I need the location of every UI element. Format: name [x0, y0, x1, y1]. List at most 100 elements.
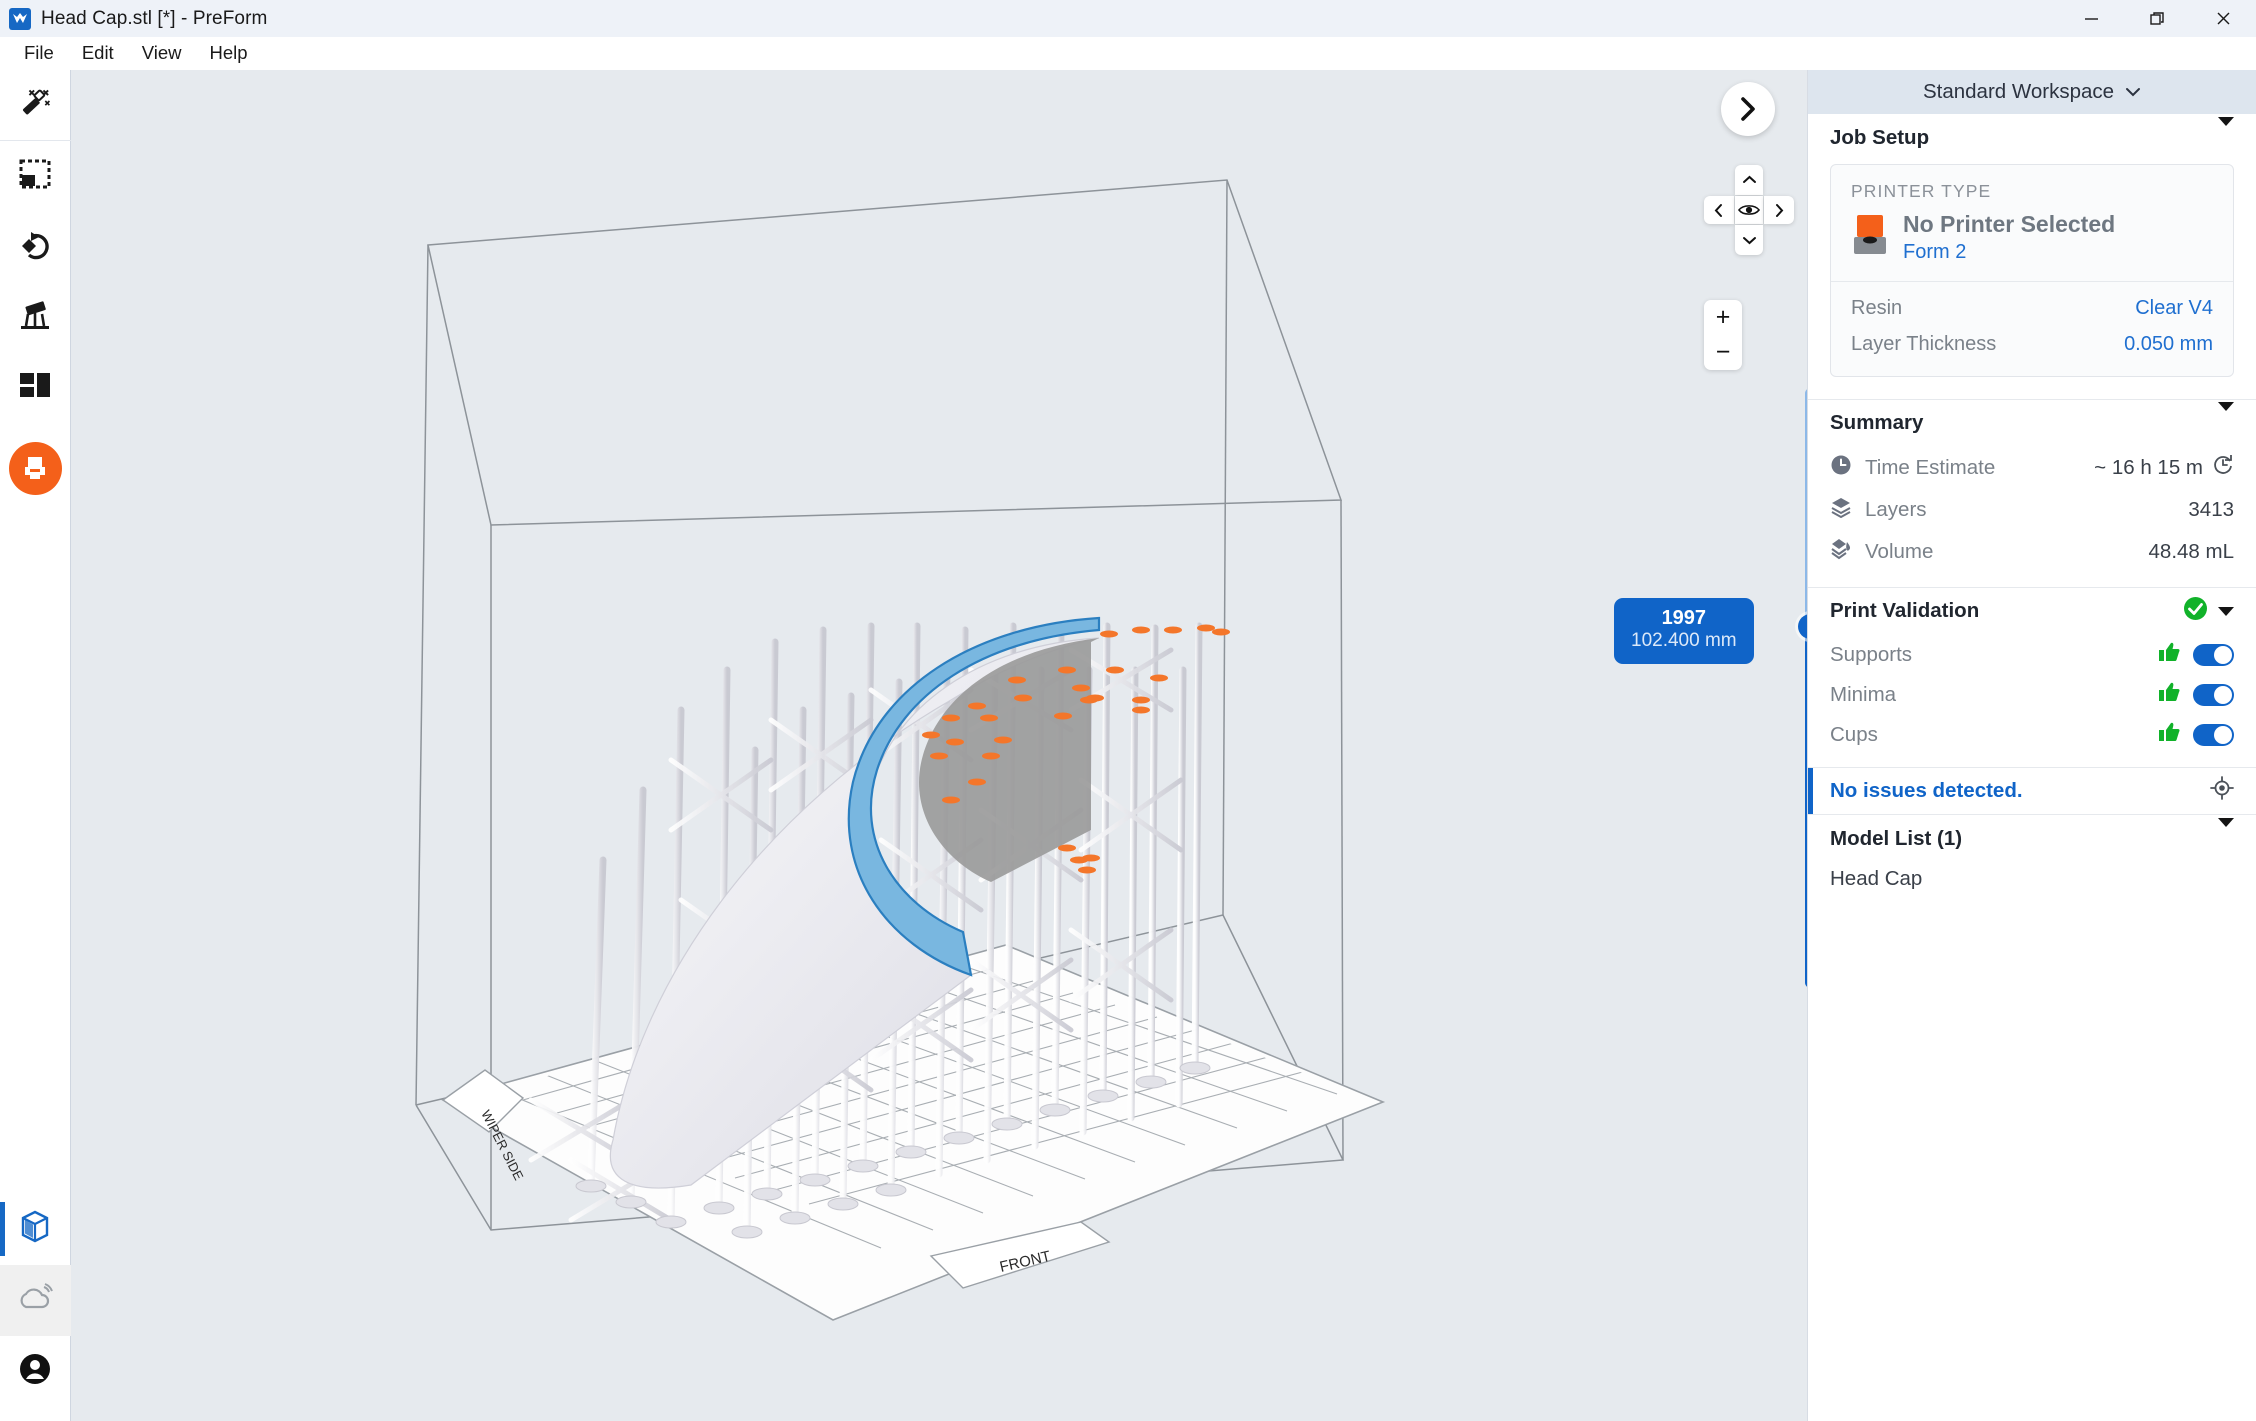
minima-controls	[2158, 682, 2234, 707]
left-toolbar: ✖ ✖ ✖	[0, 70, 71, 1421]
summary-title: Summary	[1830, 411, 1924, 435]
printer-card: PRINTER TYPE No Printer Selected Form 2	[1830, 164, 2234, 377]
issues-status-row[interactable]: No issues detected.	[1808, 766, 2256, 815]
chevron-down-icon	[2126, 88, 2141, 97]
account-tool[interactable]	[0, 1336, 71, 1407]
summary-caret[interactable]	[2218, 402, 2234, 435]
supports-tool[interactable]	[0, 283, 71, 354]
restore-button[interactable]	[2124, 0, 2190, 37]
view-dpad	[1704, 165, 1794, 255]
menu-view[interactable]: View	[128, 40, 196, 67]
job-setup-caret[interactable]	[2218, 117, 2234, 150]
view-home-button[interactable]	[1735, 196, 1763, 224]
dashboard-tool[interactable]	[0, 1265, 71, 1336]
menu-bar: File Edit View Help	[0, 37, 2256, 70]
scene-render: WIPER SIDE FRONT	[415, 179, 1386, 1321]
one-click-print-tool[interactable]: ✖ ✖ ✖	[0, 70, 71, 141]
window-controls	[2058, 0, 2256, 37]
cloud-icon	[17, 1283, 53, 1318]
job-setup-title: Job Setup	[1830, 126, 1930, 149]
time-estimate-value: ~ 16 h 15 m	[2094, 455, 2203, 479]
chevron-right-icon	[1741, 97, 1755, 121]
minimize-button[interactable]	[2058, 0, 2124, 37]
chevron-up-icon	[1742, 175, 1756, 183]
view-left-button[interactable]	[1704, 196, 1734, 224]
menu-help[interactable]: Help	[195, 40, 261, 67]
collapse-panel-button[interactable]	[1721, 82, 1775, 136]
account-avatar-icon	[18, 1352, 52, 1391]
layers-icon	[1830, 496, 1852, 523]
view-right-button[interactable]	[1764, 196, 1794, 224]
slider-handle[interactable]	[1798, 614, 1807, 639]
time-estimate-row: Time Estimate ~ 16 h 15 m	[1808, 447, 2256, 489]
layer-thickness-row[interactable]: Layer Thickness 0.050 mm	[1831, 327, 2233, 363]
build-volume-icon	[19, 1210, 51, 1249]
svg-text:✖: ✖	[28, 88, 36, 98]
supports-toggle[interactable]	[2193, 643, 2234, 666]
model-list-caret[interactable]	[2218, 817, 2234, 851]
workspace-selector[interactable]: Standard Workspace	[1808, 70, 2256, 114]
supports-icon	[18, 299, 52, 338]
printer-card-bottom: Resin Clear V4 Layer Thickness 0.050 mm	[1831, 280, 2233, 376]
print-job-icon	[8, 441, 62, 495]
summary-header[interactable]: Summary	[1808, 398, 2256, 447]
issues-text: No issues detected.	[1830, 778, 2023, 802]
orientation-tool[interactable]	[0, 212, 71, 283]
resin-row[interactable]: Resin Clear V4	[1831, 291, 2233, 327]
job-setup-header[interactable]: Job Setup	[1808, 114, 2256, 162]
list-item[interactable]: Head Cap	[1808, 863, 2256, 891]
cups-toggle[interactable]	[2193, 723, 2234, 746]
orientation-rotate-icon	[18, 228, 52, 267]
model-list-title: Model List (1)	[1830, 826, 1963, 850]
green-check-icon	[2183, 596, 2208, 627]
model-name: Head Cap	[1830, 866, 1923, 890]
printer-text: No Printer Selected Form 2	[1903, 211, 2115, 265]
print-validation-caret[interactable]	[2218, 606, 2234, 616]
volume-drop-icon	[1830, 538, 1852, 565]
layer-thickness-value[interactable]: 0.050 mm	[2124, 333, 2213, 356]
workspace-label: Standard Workspace	[1922, 80, 2115, 103]
build-volume-tool[interactable]	[0, 1194, 71, 1265]
volume-label: Volume	[1865, 539, 1934, 563]
preform-window: Head Cap.stl [*] - PreForm File Edit Vie…	[0, 0, 2256, 1421]
printer-type-label: PRINTER TYPE	[1851, 181, 1992, 201]
time-estimate-value-group: ~ 16 h 15 m	[2094, 454, 2234, 482]
supports-controls	[2158, 642, 2234, 667]
print-validation-title: Print Validation	[1830, 599, 1980, 623]
cups-validation-row: Cups	[1808, 715, 2256, 755]
size-tool[interactable]	[0, 141, 71, 212]
close-button[interactable]	[2190, 0, 2256, 37]
zoom-in-button[interactable]: +	[1704, 300, 1742, 335]
printer-card-top: PRINTER TYPE No Printer Selected Form 2	[1831, 165, 2233, 281]
menu-file[interactable]: File	[10, 40, 68, 67]
thumbs-up-icon	[2158, 642, 2180, 667]
menu-edit[interactable]: Edit	[68, 40, 128, 67]
model-list-header[interactable]: Model List (1)	[1808, 815, 2256, 863]
refresh-time-icon[interactable]	[2212, 454, 2234, 482]
printer-name: No Printer Selected	[1903, 211, 2116, 237]
app-logo-icon	[9, 7, 31, 30]
window-title: Head Cap.stl [*] - PreForm	[41, 7, 268, 29]
print-validation-status-group	[2183, 596, 2234, 627]
supports-validation-row: Supports	[1808, 635, 2256, 675]
printer-model[interactable]: Form 2	[1903, 241, 1966, 263]
print-tool[interactable]	[0, 425, 71, 511]
title-bar: Head Cap.stl [*] - PreForm	[0, 0, 2256, 37]
zoom-controls: + −	[1704, 300, 1742, 370]
layer-slider[interactable]	[1797, 388, 1807, 988]
layer-slider-tooltip: 1997 102.400 mm	[1614, 598, 1754, 664]
print-validation-header[interactable]: Print Validation	[1808, 586, 2256, 635]
layout-tool[interactable]	[0, 354, 71, 425]
slider-layer-number: 1997	[1661, 607, 1707, 629]
3d-viewport[interactable]: WIPER SIDE FRONT + − 1997 102.400 mm	[71, 70, 1807, 1421]
zoom-out-button[interactable]: −	[1704, 335, 1742, 370]
layers-label: Layers	[1865, 497, 1927, 521]
resin-value[interactable]: Clear V4	[2135, 297, 2213, 320]
target-locate-icon[interactable]	[2210, 776, 2234, 805]
view-up-button[interactable]	[1735, 165, 1763, 195]
printer-row[interactable]: No Printer Selected Form 2	[1851, 211, 2213, 265]
chevron-left-icon	[1714, 203, 1722, 217]
view-down-button[interactable]	[1735, 225, 1763, 255]
minima-toggle[interactable]	[2193, 683, 2234, 706]
cups-label: Cups	[1830, 722, 1878, 746]
